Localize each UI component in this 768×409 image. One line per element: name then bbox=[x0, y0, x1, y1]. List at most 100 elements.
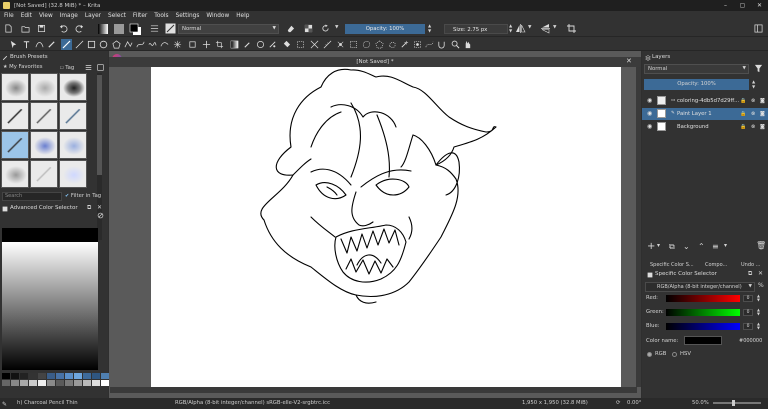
document-tab[interactable]: [Not Saved] * bbox=[109, 57, 641, 67]
freehand-path-tool-icon[interactable] bbox=[148, 40, 157, 49]
multibrush-tool-icon[interactable] bbox=[173, 40, 182, 49]
layer-filter-icon[interactable] bbox=[754, 64, 763, 73]
close-dock-icon[interactable]: ✕ bbox=[97, 204, 102, 211]
gradient-editor-icon[interactable] bbox=[97, 23, 109, 35]
transform-tool-icon[interactable] bbox=[188, 40, 197, 49]
new-document-icon[interactable] bbox=[4, 24, 13, 33]
move-layer-down-icon[interactable]: ⌄ bbox=[683, 242, 690, 251]
opacity-spin-icon[interactable]: ▲ ▼ bbox=[428, 23, 431, 33]
color-hue-bar[interactable] bbox=[2, 228, 98, 242]
magnetic-selection-tool-icon[interactable] bbox=[437, 40, 446, 49]
brush-preset[interactable] bbox=[59, 102, 87, 130]
gradient-tool-icon[interactable] bbox=[230, 40, 239, 49]
brush-preset[interactable] bbox=[1, 73, 29, 101]
eye-icon[interactable]: ◉ bbox=[647, 108, 652, 120]
color-swatch[interactable] bbox=[74, 380, 82, 386]
color-swatch[interactable] bbox=[20, 373, 28, 379]
layer-row[interactable]: ◉ Background 🔒 ⊗ ◙ bbox=[642, 121, 768, 133]
color-swatch[interactable] bbox=[47, 373, 55, 379]
float-dock-icon[interactable]: ⧉ bbox=[748, 270, 752, 278]
status-brush-name[interactable]: h) Charcoal Pencil Thin bbox=[17, 398, 78, 409]
color-swatch[interactable] bbox=[38, 380, 46, 386]
red-slider[interactable] bbox=[666, 295, 740, 302]
red-input[interactable]: 0 bbox=[743, 295, 753, 302]
edit-shapes-tool-icon[interactable] bbox=[35, 40, 44, 49]
lock-icon[interactable]: 🔒 bbox=[740, 121, 746, 133]
crop-wrap-icon[interactable] bbox=[566, 23, 577, 34]
close-button[interactable]: ✕ bbox=[751, 2, 768, 9]
move-tool-icon[interactable] bbox=[202, 40, 211, 49]
color-settings-icon[interactable] bbox=[97, 212, 104, 219]
brush-settings-icon[interactable] bbox=[150, 24, 159, 33]
green-slider[interactable] bbox=[666, 309, 740, 316]
pan-tool-icon[interactable] bbox=[463, 40, 472, 49]
menu-select[interactable]: Select bbox=[108, 13, 126, 19]
save-icon[interactable] bbox=[37, 24, 46, 33]
brush-preset[interactable] bbox=[59, 131, 87, 159]
preserve-alpha-icon[interactable] bbox=[304, 24, 313, 33]
eye-icon[interactable]: ◉ bbox=[647, 95, 652, 107]
fill-tool-icon[interactable] bbox=[282, 40, 291, 49]
maximize-button[interactable]: ▢ bbox=[734, 2, 751, 9]
undo-icon[interactable] bbox=[59, 24, 68, 33]
rectangular-selection-tool-icon[interactable] bbox=[349, 40, 358, 49]
select-shapes-tool-icon[interactable] bbox=[9, 40, 18, 49]
color-swatch[interactable] bbox=[38, 373, 46, 379]
contiguous-selection-tool-icon[interactable] bbox=[400, 40, 409, 49]
inherit-alpha-icon[interactable]: ◙ bbox=[760, 121, 765, 133]
layer-opacity-spin-icon[interactable]: ▲ ▼ bbox=[752, 79, 755, 89]
freehand-selection-tool-icon[interactable] bbox=[388, 40, 397, 49]
layer-blend-mode-dropdown[interactable]: Normal ▼ bbox=[644, 64, 749, 74]
blend-mode-dropdown[interactable]: Normal ▼ bbox=[178, 24, 279, 34]
polygon-tool-icon[interactable] bbox=[112, 40, 121, 49]
list-view-icon[interactable] bbox=[85, 64, 92, 71]
color-swatch[interactable] bbox=[92, 373, 100, 379]
text-tool-icon[interactable] bbox=[22, 40, 31, 49]
red-spin-icon[interactable]: ▲ ▼ bbox=[757, 294, 760, 302]
mirror-horizontal-icon[interactable] bbox=[515, 23, 526, 34]
vertical-scrollbar[interactable] bbox=[636, 67, 641, 387]
color-swatch[interactable] bbox=[83, 373, 91, 379]
menu-settings[interactable]: Settings bbox=[176, 13, 200, 19]
layer-opacity-slider[interactable]: Opacity: 100% bbox=[644, 79, 749, 90]
brush-search-input[interactable]: Search bbox=[2, 192, 62, 201]
color-swatch[interactable] bbox=[2, 380, 10, 386]
float-dock-icon[interactable]: ⧉ bbox=[87, 204, 91, 212]
opacity-slider[interactable]: Opacity: 100% bbox=[345, 24, 425, 34]
tag-dropdown[interactable]: ★ My Favorites bbox=[3, 63, 58, 72]
menu-edit[interactable]: Edit bbox=[21, 13, 32, 19]
open-document-icon[interactable] bbox=[21, 24, 30, 33]
line-tool-icon[interactable] bbox=[75, 40, 84, 49]
polygonal-selection-tool-icon[interactable] bbox=[375, 40, 384, 49]
color-gradient-square[interactable] bbox=[2, 242, 98, 370]
tab-specific-color-selector[interactable]: Specific Color S... bbox=[650, 261, 694, 270]
minimize-button[interactable]: – bbox=[717, 2, 734, 9]
color-swatch[interactable] bbox=[92, 380, 100, 386]
inherit-alpha-icon[interactable]: ◙ bbox=[760, 108, 765, 120]
rectangle-tool-icon[interactable] bbox=[87, 40, 96, 49]
menu-help[interactable]: Help bbox=[236, 13, 249, 19]
color-swatch[interactable] bbox=[29, 380, 37, 386]
rgb-radio[interactable] bbox=[647, 352, 652, 357]
calligraphy-tool-icon[interactable] bbox=[47, 40, 56, 49]
menu-view[interactable]: View bbox=[39, 13, 53, 19]
alpha-lock-icon[interactable]: ⊗ bbox=[751, 108, 755, 120]
layer-row-selected[interactable]: ◉ ✎ Paint Layer 1 🔒 ⊗ ◙ bbox=[642, 108, 768, 120]
blue-slider[interactable] bbox=[666, 323, 740, 330]
color-model-dropdown[interactable]: RGB/Alpha (8-bit integer/channel) ▼ bbox=[645, 282, 755, 292]
duplicate-layer-icon[interactable]: ⧉ bbox=[669, 242, 675, 252]
color-swatch[interactable] bbox=[11, 373, 19, 379]
assistant-tool-icon[interactable] bbox=[310, 40, 319, 49]
status-zoom[interactable]: 50.0% bbox=[692, 398, 709, 409]
inherit-alpha-icon[interactable]: ◙ bbox=[760, 95, 765, 107]
menu-file[interactable]: File bbox=[4, 13, 14, 19]
menu-image[interactable]: Image bbox=[60, 13, 78, 19]
green-input[interactable]: 0 bbox=[743, 309, 753, 316]
color-swatch[interactable] bbox=[65, 373, 73, 379]
color-swatch[interactable] bbox=[56, 380, 64, 386]
color-name-value[interactable]: #000000 bbox=[739, 338, 762, 344]
bezier-selection-tool-icon[interactable] bbox=[425, 40, 434, 49]
zoom-tool-icon[interactable] bbox=[451, 40, 460, 49]
move-layer-up-icon[interactable]: ⌃ bbox=[698, 242, 705, 251]
color-swatch[interactable] bbox=[56, 373, 64, 379]
